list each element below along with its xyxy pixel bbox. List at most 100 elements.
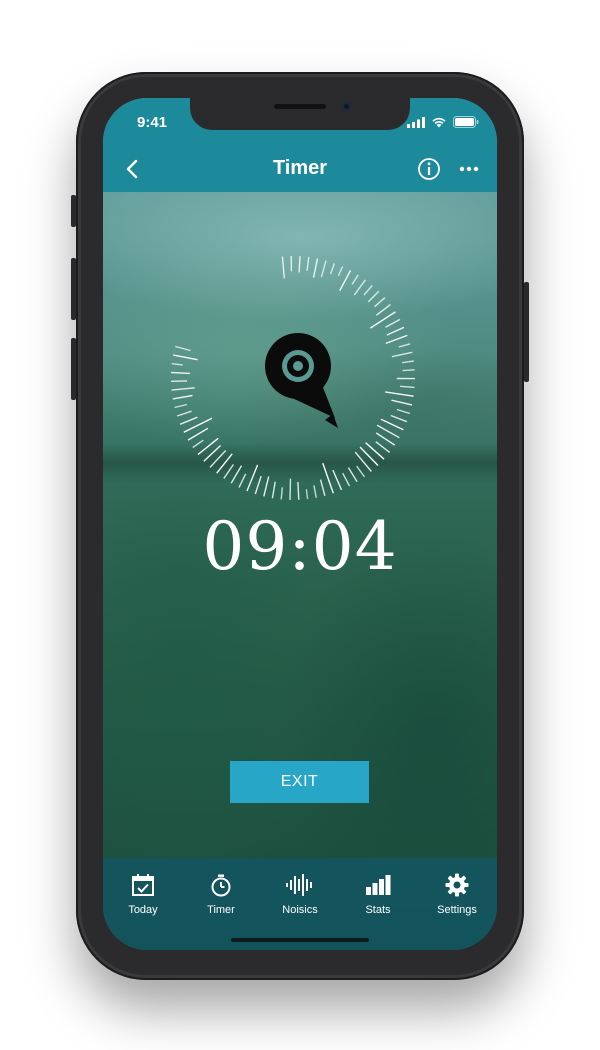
dial-tick (351, 274, 359, 285)
dial-tick (374, 297, 386, 308)
dial-tick (391, 351, 413, 358)
more-dots-icon (459, 166, 479, 172)
dial-tick (171, 371, 191, 375)
dial-tick (176, 410, 192, 417)
dial-tick (385, 318, 401, 328)
device-mockup: 9:41 Timer 09:04 EXIT Today Timer Noisic… (0, 0, 600, 1050)
dial-tick (385, 334, 408, 345)
dial-tick (342, 472, 351, 487)
exit-button[interactable]: EXIT (230, 761, 369, 803)
dial-tick (254, 475, 262, 495)
dial-tick (298, 256, 301, 273)
info-button[interactable] (415, 155, 443, 183)
dial-tick (179, 416, 198, 425)
timer-dial[interactable] (163, 248, 423, 508)
dial-tick (375, 304, 391, 316)
dial-tick (380, 418, 404, 431)
dial-tick (386, 326, 405, 336)
dial-tick (329, 263, 336, 275)
volume-up-button (71, 258, 76, 320)
timer-display: 09:04 (202, 508, 398, 585)
dial-tick (391, 399, 413, 406)
soundwave-icon (286, 874, 312, 896)
status-time: 9:41 (137, 114, 168, 131)
dial-tick (337, 266, 344, 277)
dial-tick (401, 360, 414, 364)
dial-tick (305, 489, 309, 500)
cellular-signal-icon (407, 116, 425, 128)
dial-tick (390, 414, 408, 423)
dial-tick (359, 446, 379, 466)
more-options-button[interactable] (455, 155, 483, 183)
silent-switch (71, 195, 76, 227)
earpiece-speaker (274, 104, 326, 109)
dial-tick (332, 469, 343, 491)
dial-tick (356, 465, 366, 478)
bar-chart-icon (366, 875, 391, 895)
tab-timer[interactable]: Timer (182, 872, 260, 916)
dial-tick (367, 290, 380, 303)
dial-tick (230, 465, 243, 484)
dial-tick (173, 354, 198, 361)
tab-stats[interactable]: Stats (339, 872, 417, 916)
dial-tick (263, 476, 270, 497)
dial-tick (197, 437, 219, 456)
dial-tick (174, 403, 188, 409)
calendar-icon (132, 874, 154, 896)
dial-tick (400, 385, 415, 389)
dial-tick (322, 462, 334, 494)
tab-label: Today (128, 904, 158, 916)
navigation-bar: Timer (103, 146, 497, 192)
app-screen: 9:41 Timer 09:04 EXIT Today Timer Noisic… (103, 98, 497, 950)
dial-tick (353, 279, 366, 296)
dial-tick (187, 427, 209, 441)
status-bar: 9:41 (103, 98, 497, 146)
dial-tick (171, 387, 195, 391)
dial-tick (396, 408, 411, 415)
dial-tick (363, 284, 373, 296)
gear-icon (445, 873, 469, 897)
info-icon (418, 158, 440, 180)
device-notch (190, 98, 410, 130)
dial-tick (238, 473, 247, 488)
dial-tick (347, 467, 358, 483)
dial-tick (223, 464, 234, 479)
tab-label: Noisics (282, 904, 318, 916)
dial-tick (369, 311, 396, 329)
dial-tick (385, 391, 414, 397)
dial-tick (312, 258, 319, 278)
dial-tick (192, 439, 204, 449)
dial-tick (320, 260, 327, 278)
home-indicator (231, 938, 369, 942)
tab-today[interactable]: Today (104, 872, 182, 916)
tab-label: Stats (365, 904, 391, 916)
dial-tick (281, 256, 285, 279)
status-icons (407, 116, 479, 128)
tab-label: Settings (437, 904, 477, 916)
dial-tick (171, 363, 183, 366)
stopwatch-icon (211, 874, 231, 897)
dial-tick (398, 343, 411, 348)
dial-tick (271, 481, 276, 499)
wifi-icon (432, 117, 446, 128)
dial-tick (175, 345, 191, 352)
battery-icon (453, 116, 479, 128)
front-camera (342, 102, 351, 111)
dial-tick (375, 441, 391, 453)
tab-settings[interactable]: Settings (418, 872, 496, 916)
dial-tick (339, 270, 352, 292)
volume-down-button (71, 338, 76, 400)
tab-bar: Today Timer Noisics Stats Settings (103, 858, 497, 950)
dial-tick (306, 256, 310, 271)
power-button (524, 282, 529, 382)
dial-tick (280, 487, 283, 500)
dial-tick (289, 478, 292, 501)
dial-tick (246, 464, 259, 492)
dial-tick (402, 369, 415, 372)
tab-label: Timer (207, 904, 235, 916)
dial-tick (172, 394, 193, 400)
tab-noisics[interactable]: Noisics (261, 872, 339, 916)
location-pin-icon (265, 333, 338, 428)
dial-tick (313, 485, 317, 498)
dial-tick (319, 479, 326, 496)
